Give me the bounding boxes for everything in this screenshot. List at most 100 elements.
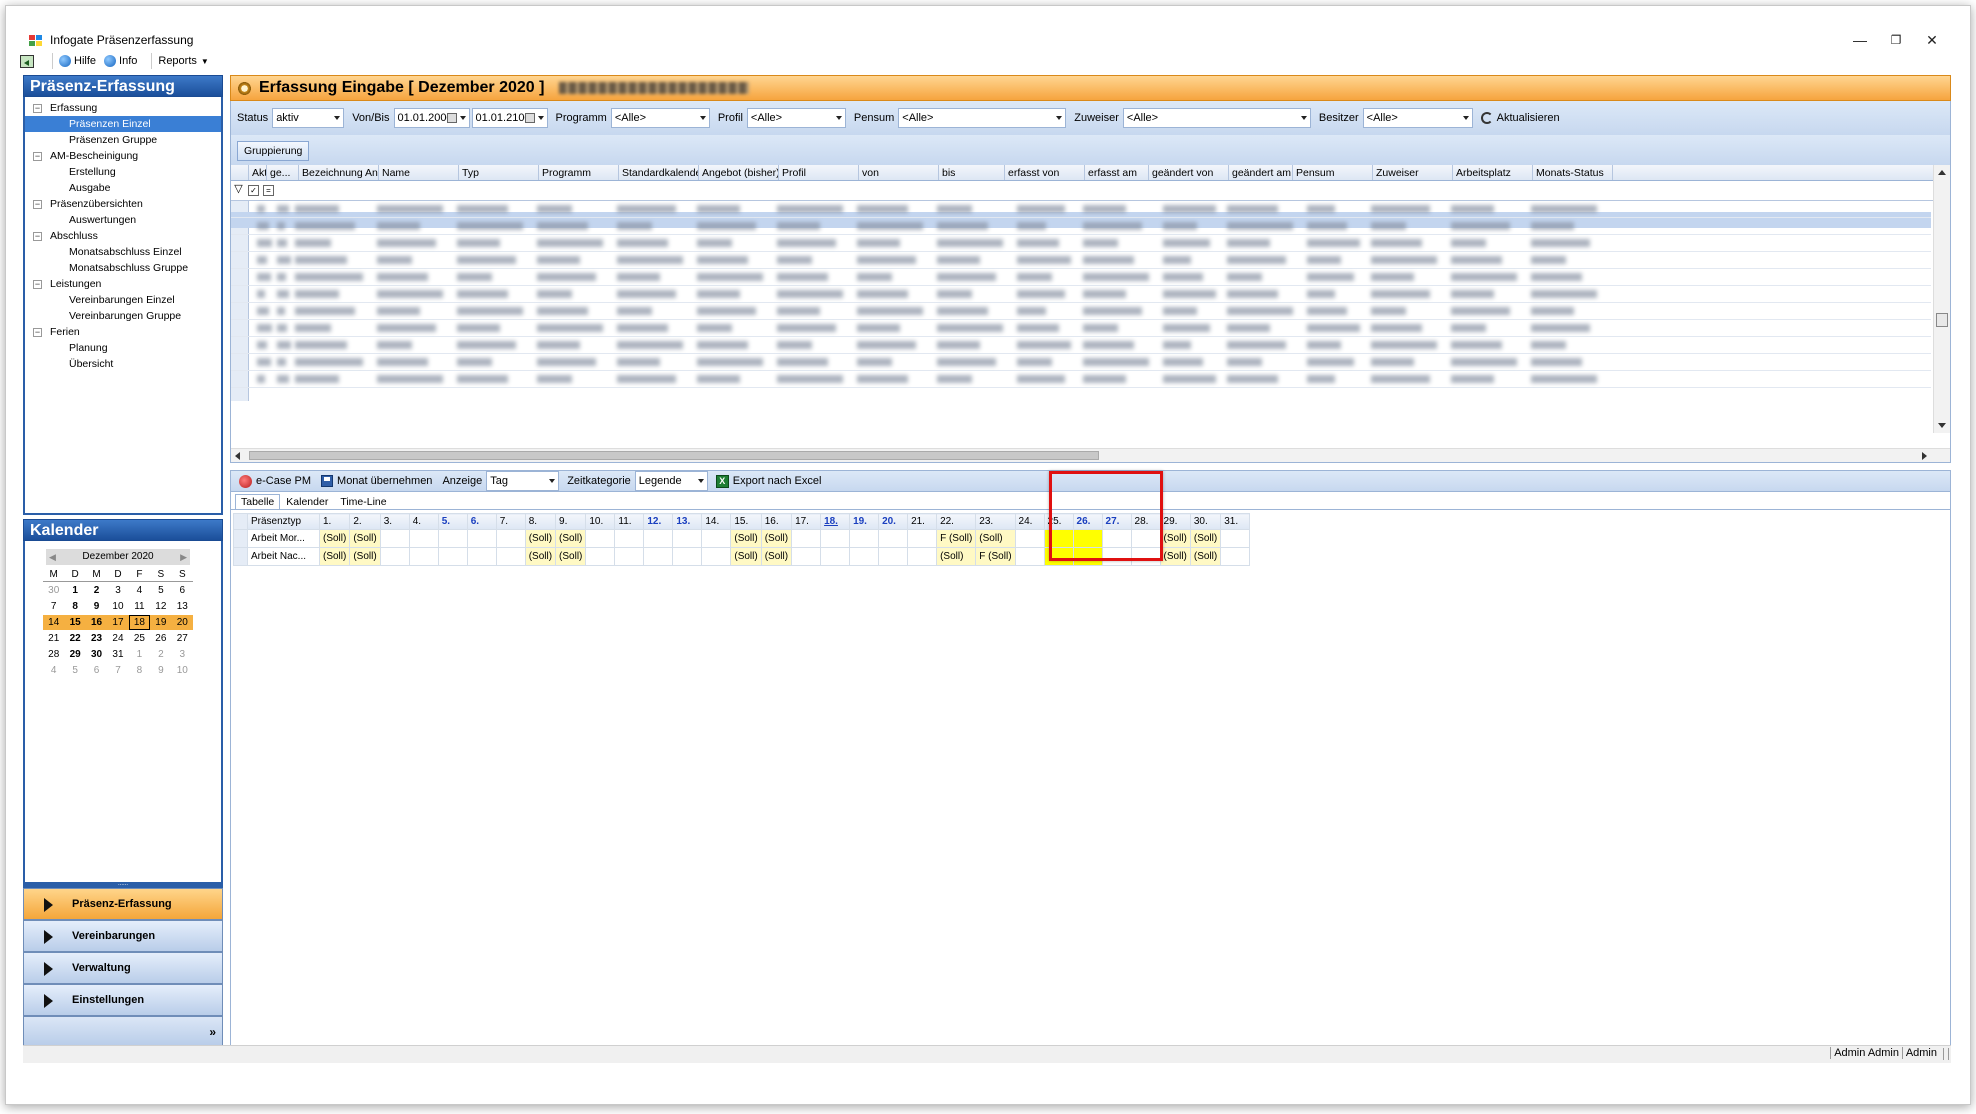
day-column-header[interactable]: 4. xyxy=(408,513,439,530)
day-cell[interactable]: (Soll) xyxy=(555,529,587,548)
close-button[interactable]: ✕ xyxy=(1922,30,1942,50)
day-cell[interactable] xyxy=(408,547,439,566)
calendar-day[interactable]: 2 xyxy=(86,583,107,598)
day-cell[interactable] xyxy=(907,547,938,566)
calendar-day[interactable]: 14 xyxy=(43,615,65,630)
calendar-day[interactable]: 9 xyxy=(150,663,171,678)
collapse-toggle-icon[interactable]: − xyxy=(33,232,42,241)
grouping-button[interactable]: Gruppierung xyxy=(237,141,310,161)
day-cell[interactable] xyxy=(820,547,851,566)
day-cell[interactable] xyxy=(643,529,674,548)
day-cell[interactable]: (Soll) xyxy=(1189,547,1222,566)
day-column-header[interactable]: 13. xyxy=(672,513,703,530)
restore-button[interactable]: ❐ xyxy=(1886,30,1906,50)
column-header[interactable]: Profil xyxy=(779,165,859,180)
day-cell[interactable] xyxy=(849,529,880,548)
calendar-day[interactable]: 7 xyxy=(107,663,128,678)
calendar-day[interactable]: 8 xyxy=(129,663,150,678)
collapse-toggle-icon[interactable]: − xyxy=(33,328,42,337)
calendar-day[interactable]: 1 xyxy=(64,583,85,598)
day-column-header[interactable]: 8. xyxy=(524,513,557,530)
refresh-button[interactable]: Aktualisieren xyxy=(1480,112,1560,124)
table-row[interactable] xyxy=(231,286,1931,303)
column-header[interactable]: erfasst am xyxy=(1085,165,1149,180)
day-column-header[interactable]: 3. xyxy=(379,513,410,530)
day-cell[interactable] xyxy=(791,529,822,548)
calendar-day[interactable]: 15 xyxy=(64,615,86,630)
scroll-right-icon[interactable] xyxy=(1922,452,1927,460)
day-column-header[interactable]: 31. xyxy=(1220,513,1251,530)
day-cell[interactable] xyxy=(585,529,616,548)
calendar-day[interactable]: 16 xyxy=(85,615,108,630)
tree-item[interactable]: Übersicht xyxy=(25,356,221,372)
day-column-header[interactable]: 19. xyxy=(849,513,880,530)
column-header[interactable]: Typ xyxy=(459,165,539,180)
column-header[interactable]: Angebot (bisher) xyxy=(699,165,779,180)
menu-hilfe[interactable]: Hilfe xyxy=(59,55,96,67)
profil-select[interactable]: <Alle> xyxy=(746,108,846,128)
day-cell[interactable] xyxy=(1014,529,1045,548)
nav-overflow-button[interactable]: » xyxy=(23,1016,223,1046)
day-cell[interactable] xyxy=(614,529,645,548)
tree-item[interactable]: Monatsabschluss Einzel xyxy=(25,244,221,260)
programm-select[interactable]: <Alle> xyxy=(610,108,710,128)
day-column-header[interactable]: 23. xyxy=(975,513,1016,530)
column-header[interactable]: ge... xyxy=(267,165,299,180)
calendar-day[interactable]: 3 xyxy=(172,647,193,662)
day-cell[interactable]: (Soll) xyxy=(1159,529,1191,548)
day-cell[interactable]: (Soll) xyxy=(760,529,793,548)
tree-item[interactable]: − Abschluss xyxy=(25,228,221,244)
day-cell[interactable] xyxy=(466,529,497,548)
table-row[interactable] xyxy=(231,201,1931,218)
filter-equals-icon[interactable]: = xyxy=(263,185,274,196)
day-column-header[interactable]: 9. xyxy=(555,513,587,530)
day-cell[interactable]: (Soll) xyxy=(936,547,977,566)
table-row[interactable] xyxy=(231,252,1931,269)
table-row[interactable] xyxy=(231,218,1931,235)
table-row[interactable] xyxy=(231,337,1931,354)
day-cell[interactable] xyxy=(791,547,822,566)
calendar-day[interactable]: 5 xyxy=(150,583,171,598)
calendar-day[interactable]: 27 xyxy=(172,631,193,646)
column-header[interactable]: Zuweiser xyxy=(1373,165,1453,180)
column-header[interactable]: von xyxy=(859,165,939,180)
next-month-icon[interactable]: ▶ xyxy=(180,549,187,565)
tree-item[interactable]: Planung xyxy=(25,340,221,356)
prev-month-icon[interactable]: ◀ xyxy=(49,549,56,565)
collapse-toggle-icon[interactable]: − xyxy=(33,104,42,113)
calendar-day[interactable]: 2 xyxy=(150,647,171,662)
nav-button[interactable]: Vereinbarungen xyxy=(23,920,223,952)
column-header[interactable]: Monats-Status xyxy=(1533,165,1613,180)
scroll-thumb[interactable] xyxy=(1936,313,1948,327)
calendar-day[interactable]: 1 xyxy=(129,647,150,662)
column-header[interactable]: Aktiv xyxy=(249,165,267,180)
day-cell[interactable] xyxy=(820,529,851,548)
calendar-day[interactable]: 5 xyxy=(64,663,85,678)
day-column-header[interactable]: 12. xyxy=(643,513,674,530)
day-cell[interactable] xyxy=(408,529,439,548)
view-tab[interactable]: Tabelle xyxy=(235,494,281,509)
day-column-header[interactable]: 1. xyxy=(318,513,351,530)
day-cell[interactable]: F (Soll) xyxy=(975,547,1016,566)
column-header[interactable]: bis xyxy=(939,165,1005,180)
exit-menu-button[interactable] xyxy=(20,54,38,68)
day-cell[interactable] xyxy=(643,547,674,566)
calendar-day[interactable]: 23 xyxy=(86,631,107,646)
besitzer-select[interactable]: <Alle> xyxy=(1362,108,1473,128)
day-column-header[interactable]: 18. xyxy=(820,513,851,530)
scroll-left-icon[interactable] xyxy=(235,452,240,460)
zuweiser-select[interactable]: <Alle> xyxy=(1122,108,1311,128)
day-cell[interactable] xyxy=(701,529,732,548)
table-row[interactable] xyxy=(231,320,1931,337)
tree-item[interactable]: − Erfassung xyxy=(25,100,221,116)
column-header[interactable]: erfasst von xyxy=(1005,165,1085,180)
calendar-day[interactable]: 12 xyxy=(150,599,171,614)
day-cell[interactable]: (Soll) xyxy=(975,529,1016,548)
grid-horizontal-scrollbar[interactable] xyxy=(231,448,1950,462)
collapse-toggle-icon[interactable]: − xyxy=(33,152,42,161)
zeitkategorie-select[interactable]: Legende xyxy=(634,471,708,491)
column-header[interactable]: Name xyxy=(379,165,459,180)
day-cell[interactable] xyxy=(437,547,468,566)
day-cell[interactable] xyxy=(907,529,938,548)
day-cell[interactable]: (Soll) xyxy=(524,529,557,548)
